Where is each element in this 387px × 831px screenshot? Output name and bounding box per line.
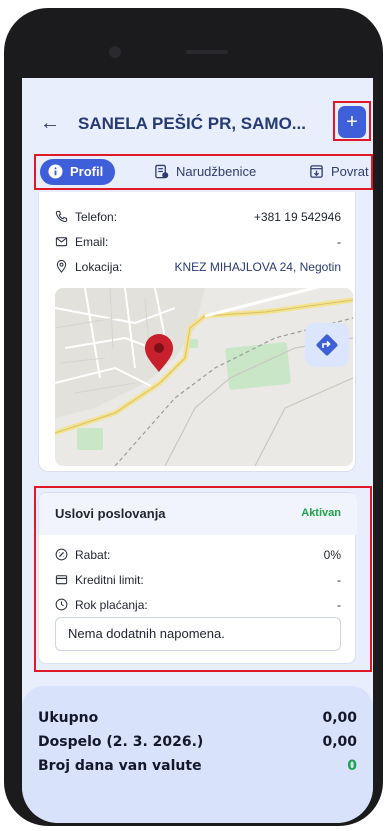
email-row: Email: - xyxy=(39,232,357,252)
status-badge: Aktivan xyxy=(301,507,341,519)
phone-icon xyxy=(55,210,68,223)
payment-value: - xyxy=(337,598,341,612)
credit-value: - xyxy=(337,573,341,587)
due-value: 0,00 xyxy=(322,734,357,750)
total-row: Ukupno 0,00 xyxy=(38,710,357,732)
discount-label: Rabat: xyxy=(75,548,111,562)
total-value: 0,00 xyxy=(322,710,357,726)
due-label: Dospelo (2. 3. 2026.) xyxy=(38,734,204,750)
location-map[interactable] xyxy=(55,288,353,466)
directions-button[interactable] xyxy=(305,323,349,367)
email-icon xyxy=(55,237,68,247)
phone-value[interactable]: +381 19 542946 xyxy=(254,210,341,224)
credit-card-icon xyxy=(55,575,68,585)
email-value: - xyxy=(337,235,341,249)
payment-label: Rok plaćanja: xyxy=(75,598,148,612)
app-header: ← SANELA PEŠIĆ PR, SAMO... + xyxy=(22,100,373,150)
total-label: Ukupno xyxy=(38,710,99,726)
terms-card: Uslovi poslovanja Aktivan Rabat: 0% Kred… xyxy=(38,492,357,664)
discount-icon xyxy=(55,548,68,561)
add-button-highlight xyxy=(333,101,371,141)
email-label: Email: xyxy=(75,235,109,249)
discount-row: Rabat: 0% xyxy=(39,545,357,565)
speaker xyxy=(186,50,228,54)
payment-row: Rok plaćanja: - xyxy=(39,595,357,615)
tab-label: Profil xyxy=(70,164,104,179)
app-screen: ← SANELA PEŠIĆ PR, SAMO... + Profil Naru… xyxy=(22,78,373,823)
info-icon xyxy=(48,164,63,179)
notes-field[interactable]: Nema dodatnih napomena. xyxy=(55,617,341,651)
map-illustration xyxy=(55,288,353,466)
tab-povrat[interactable]: Povrat xyxy=(309,159,369,185)
terms-card-header: Uslovi poslovanja Aktivan xyxy=(39,493,357,535)
camera xyxy=(109,46,121,58)
location-row: Lokacija: KNEZ MIHAJLOVA 24, Negotin xyxy=(39,257,357,277)
orders-icon xyxy=(155,164,169,179)
return-icon xyxy=(310,165,323,178)
days-label: Broj dana van valute xyxy=(38,758,202,774)
terms-title: Uslovi poslovanja xyxy=(55,506,166,521)
back-arrow-icon[interactable]: ← xyxy=(40,112,60,135)
directions-icon xyxy=(316,334,338,356)
discount-value: 0% xyxy=(323,548,341,562)
due-row: Dospelo (2. 3. 2026.) 0,00 xyxy=(38,734,357,756)
tab-label: Narudžbenice xyxy=(176,164,257,179)
phone-frame: ← SANELA PEŠIĆ PR, SAMO... + Profil Naru… xyxy=(4,8,383,826)
phone-label: Telefon: xyxy=(75,210,118,224)
page-title: SANELA PEŠIĆ PR, SAMO... xyxy=(78,114,306,133)
tab-label: Povrat xyxy=(331,164,369,179)
location-pin-icon xyxy=(56,260,67,273)
days-value: 0 xyxy=(347,758,357,774)
location-value[interactable]: KNEZ MIHAJLOVA 24, Negotin xyxy=(174,260,341,274)
credit-label: Kreditni limit: xyxy=(75,573,144,587)
clock-icon xyxy=(55,598,68,611)
contact-card: Telefon: +381 19 542946 Email: - Lokacij… xyxy=(38,192,356,472)
summary-panel: Ukupno 0,00 Dospelo (2. 3. 2026.) 0,00 B… xyxy=(22,686,373,823)
days-row: Broj dana van valute 0 xyxy=(38,758,357,780)
phone-row: Telefon: +381 19 542946 xyxy=(39,207,357,227)
credit-row: Kreditni limit: - xyxy=(39,570,357,590)
location-label: Lokacija: xyxy=(75,260,123,274)
tab-narudzbenice[interactable]: Narudžbenice xyxy=(154,159,256,185)
tab-profil[interactable]: Profil xyxy=(40,159,116,185)
